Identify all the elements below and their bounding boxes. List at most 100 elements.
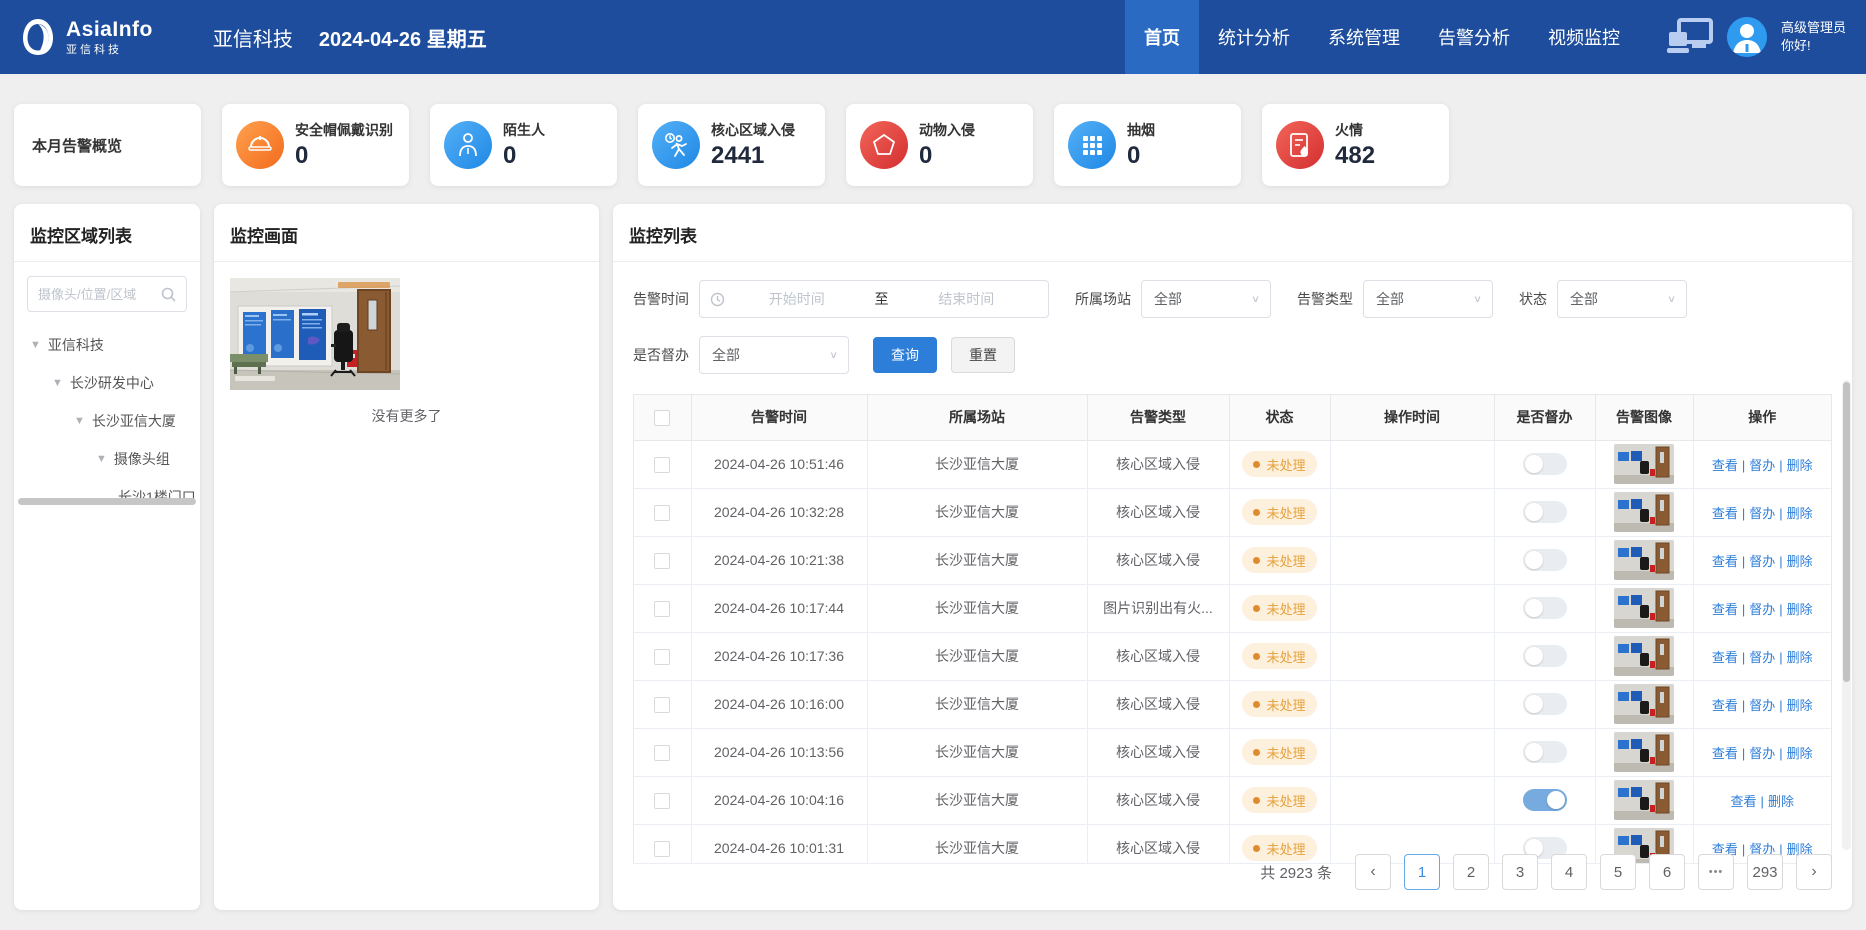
page-button-1[interactable]: 1 [1404,854,1440,890]
op-time-cell [1330,440,1494,488]
select-all-checkbox[interactable] [654,410,670,426]
action-link-0[interactable]: 查看 [1712,554,1738,569]
supervise-select[interactable]: 全部 ∨ [699,336,849,374]
nav-item-0[interactable]: 首页 [1125,0,1199,74]
row-checkbox[interactable] [654,697,670,713]
alert-type-select[interactable]: 全部 ∨ [1363,280,1493,318]
action-link-2[interactable]: 删除 [1787,554,1813,569]
row-checkbox[interactable] [654,745,670,761]
action-link-1[interactable]: 督办 [1749,506,1775,521]
alert-thumbnail[interactable] [1614,732,1674,772]
action-link-1[interactable]: 督办 [1749,698,1775,713]
action-link-2[interactable]: 删除 [1787,458,1813,473]
action-link-2[interactable]: 删除 [1787,746,1813,761]
search-icon[interactable] [161,287,176,302]
tree-node-2[interactable]: ▼长沙亚信大厦 [14,402,200,440]
supervise-toggle[interactable] [1523,501,1567,523]
nav-item-2[interactable]: 系统管理 [1309,0,1419,74]
supervise-toggle[interactable] [1523,741,1567,763]
supervise-toggle[interactable] [1523,645,1567,667]
page-button-293[interactable]: 293 [1747,854,1783,890]
action-link-0[interactable]: 查看 [1731,794,1757,809]
alert-image-cell [1595,632,1693,680]
nav-item-3[interactable]: 告警分析 [1419,0,1529,74]
action-link-2[interactable]: 删除 [1787,650,1813,665]
row-checkbox[interactable] [654,505,670,521]
action-link-0[interactable]: 查看 [1712,602,1738,617]
action-link-1[interactable]: 督办 [1749,746,1775,761]
action-link-2[interactable]: 删除 [1787,602,1813,617]
status-label: 状态 [1519,289,1547,309]
page-button-3[interactable]: 3 [1502,854,1538,890]
row-checkbox[interactable] [654,601,670,617]
page-button-2[interactable]: 2 [1453,854,1489,890]
camera-frame-image[interactable] [230,278,400,390]
page-button-5[interactable]: 5 [1600,854,1636,890]
page-ellipsis[interactable]: ••• [1698,854,1734,890]
action-link-1[interactable]: 删除 [1768,794,1794,809]
tree-node-0[interactable]: ▼亚信科技 [14,326,200,364]
stat-label: 抽烟 [1127,120,1155,140]
alert-time-cell: 2024-04-26 10:01:31 [691,824,867,864]
action-link-0[interactable]: 查看 [1712,698,1738,713]
alert-thumbnail[interactable] [1614,540,1674,580]
tree-horizontal-scrollbar[interactable] [18,498,196,505]
page-button-6[interactable]: 6 [1649,854,1685,890]
status-select[interactable]: 全部 ∨ [1557,280,1687,318]
prev-page-button[interactable]: ‹ [1355,854,1391,890]
supervise-toggle[interactable] [1523,693,1567,715]
row-checkbox[interactable] [654,649,670,665]
action-link-1[interactable]: 督办 [1749,650,1775,665]
row-checkbox[interactable] [654,553,670,569]
action-link-1[interactable]: 督办 [1749,458,1775,473]
next-page-button[interactable]: › [1796,854,1832,890]
col-header-supervise: 是否督办 [1494,395,1595,440]
row-checkbox[interactable] [654,793,670,809]
supervise-toggle[interactable] [1523,549,1567,571]
date-range-picker[interactable]: 开始时间 至 结束时间 [699,280,1049,318]
tree-expand-icon[interactable]: ▼ [74,415,85,427]
action-link-2[interactable]: 删除 [1787,698,1813,713]
nav-item-1[interactable]: 统计分析 [1199,0,1309,74]
supervise-toggle[interactable] [1523,597,1567,619]
table-vertical-scrollbar[interactable] [1842,380,1851,850]
alert-thumbnail[interactable] [1614,588,1674,628]
nav-item-4[interactable]: 视频监控 [1529,0,1639,74]
supervise-toggle[interactable] [1523,789,1567,811]
action-link-2[interactable]: 删除 [1787,506,1813,521]
actions-cell: 查看|督办|删除 [1693,584,1831,632]
tree-node-label: 摄像头组 [114,449,170,469]
status-badge: 未处理 [1242,739,1316,765]
alert-thumbnail[interactable] [1614,780,1674,820]
camera-search-input[interactable] [38,287,161,302]
action-link-0[interactable]: 查看 [1712,746,1738,761]
tree-expand-icon[interactable]: ▼ [30,339,41,351]
alert-image-cell [1595,536,1693,584]
action-link-0[interactable]: 查看 [1712,458,1738,473]
user-avatar[interactable] [1727,17,1767,57]
row-checkbox[interactable] [654,457,670,473]
supervise-toggle[interactable] [1523,453,1567,475]
alert-thumbnail[interactable] [1614,444,1674,484]
alert-thumbnail[interactable] [1614,636,1674,676]
search-button[interactable]: 查询 [873,337,937,373]
row-checkbox[interactable] [654,841,670,857]
reset-button[interactable]: 重置 [951,337,1015,373]
tree-node-3[interactable]: ▼ 摄像头组 [14,440,200,478]
stat-value: 2441 [711,142,795,170]
start-time-placeholder[interactable]: 开始时间 [725,289,869,309]
action-link-1[interactable]: 督办 [1749,554,1775,569]
action-link-0[interactable]: 查看 [1712,506,1738,521]
end-time-placeholder[interactable]: 结束时间 [895,289,1039,309]
page-button-4[interactable]: 4 [1551,854,1587,890]
action-link-0[interactable]: 查看 [1712,650,1738,665]
tree-node-1[interactable]: ▼长沙研发中心 [14,364,200,402]
action-link-1[interactable]: 督办 [1749,602,1775,617]
tree-expand-icon[interactable]: ▼ [52,377,63,389]
alert-thumbnail[interactable] [1614,492,1674,532]
tree-node-4[interactable]: 长沙1楼门口 [14,478,200,516]
devices-icon[interactable] [1667,18,1713,56]
tree-expand-icon[interactable]: ▼ [96,453,107,465]
station-select[interactable]: 全部 ∨ [1141,280,1271,318]
alert-thumbnail[interactable] [1614,684,1674,724]
